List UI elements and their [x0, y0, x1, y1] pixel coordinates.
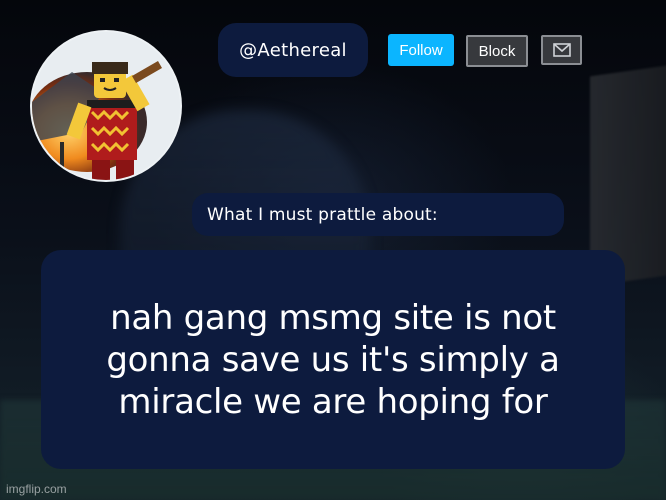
- prattle-heading-pill: What I must prattle about:: [192, 193, 564, 236]
- follow-button[interactable]: Follow: [388, 34, 454, 66]
- prattle-heading: What I must prattle about:: [207, 204, 438, 225]
- username-label: @Aethereal: [239, 39, 347, 61]
- message-button[interactable]: [541, 35, 582, 65]
- block-label: Block: [478, 42, 516, 60]
- post-body: nah gang msmg site is not gonna save us …: [106, 297, 560, 422]
- username-pill[interactable]: @Aethereal: [218, 23, 368, 77]
- mail-icon: [552, 43, 571, 57]
- watermark: imgflip.com: [6, 482, 67, 496]
- follow-label: Follow: [399, 41, 443, 59]
- avatar-image: [32, 32, 180, 180]
- avatar[interactable]: [30, 30, 182, 182]
- block-button[interactable]: Block: [466, 35, 528, 67]
- post-card: nah gang msmg site is not gonna save us …: [41, 250, 625, 469]
